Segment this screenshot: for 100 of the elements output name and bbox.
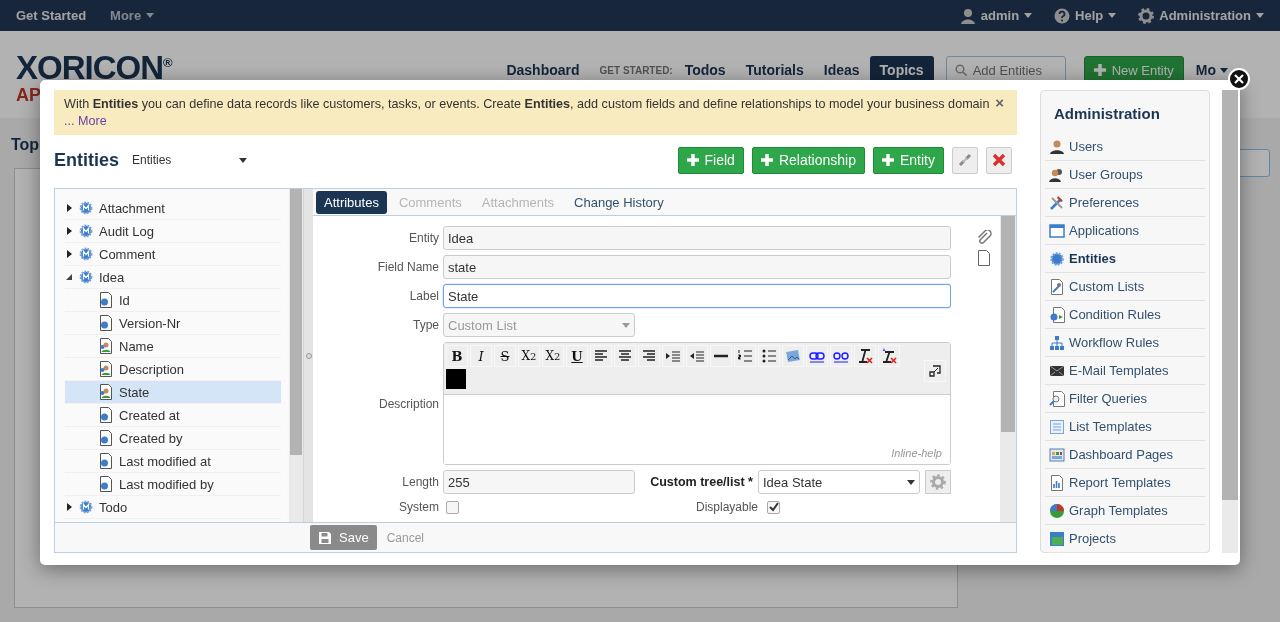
expand-toggle-icon[interactable] (66, 227, 72, 235)
plus-icon (760, 154, 773, 166)
tree-item[interactable]: Last modified by (65, 473, 281, 496)
checkbox[interactable] (446, 500, 459, 514)
sidebar-item[interactable]: Preferences (1045, 189, 1205, 217)
sidebar-item[interactable]: Custom Lists (1045, 273, 1205, 301)
tab[interactable]: Change History (566, 190, 672, 214)
expand-toggle-icon[interactable] (66, 503, 72, 511)
clear-all-icon[interactable] (881, 348, 897, 364)
format-button[interactable]: I (470, 345, 492, 367)
sidebar-item[interactable]: List Templates (1045, 413, 1205, 441)
people-icon (1049, 166, 1065, 183)
window-icon (1049, 222, 1065, 239)
more-menu[interactable]: More (110, 8, 155, 23)
scrollbar[interactable] (1222, 90, 1238, 553)
tree-item[interactable]: Name (65, 335, 281, 358)
sidebar-item[interactable]: Users (1045, 133, 1205, 161)
field-label: Field Name (376, 260, 439, 274)
sidebar-item[interactable]: User Groups (1045, 161, 1205, 189)
sidebar-item[interactable]: Projects (1045, 525, 1205, 553)
sidebar-item[interactable]: Workflow Rules (1045, 329, 1205, 357)
person-document-icon (99, 338, 113, 354)
format-button[interactable]: U (566, 345, 588, 367)
format-button[interactable]: B (446, 345, 468, 367)
input-field[interactable]: Idea (443, 226, 951, 250)
bar-chart-icon (1049, 474, 1065, 491)
tree-item[interactable]: Created by (65, 427, 281, 450)
align-left-icon[interactable] (593, 348, 609, 364)
field-label: Type (412, 318, 439, 332)
field-label: Length (401, 475, 439, 489)
tree-item[interactable]: Idea (65, 266, 281, 289)
tree-item[interactable]: Attachment (65, 197, 281, 220)
gear-icon (79, 270, 93, 284)
sidebar-item[interactable]: Condition Rules (1045, 301, 1205, 329)
sidebar-item[interactable]: Applications (1045, 217, 1205, 245)
document-icon (99, 315, 113, 331)
entity-dropdown[interactable]: Entities (132, 153, 247, 167)
maximize-button[interactable] (924, 360, 946, 382)
expand-toggle-icon[interactable] (66, 250, 72, 258)
close-icon (1234, 74, 1244, 84)
scrollbar[interactable] (1000, 216, 1016, 522)
nav-link[interactable]: Ideas (813, 56, 870, 84)
text-color-swatch[interactable] (446, 369, 466, 389)
overflow-menu[interactable]: Mo (1195, 62, 1228, 78)
nav-link[interactable]: Todos (674, 56, 736, 84)
tree-item[interactable]: Todo (65, 496, 281, 519)
format-button[interactable]: S (494, 345, 516, 367)
list-dropdown[interactable]: Idea State (758, 470, 920, 494)
outdent-icon[interactable] (689, 348, 705, 364)
settings-menu[interactable]: Administration (1138, 7, 1264, 24)
link-button[interactable] (952, 146, 978, 174)
checkbox[interactable] (767, 500, 781, 514)
input-field[interactable]: state (443, 255, 951, 279)
numbered-list-icon[interactable] (737, 348, 753, 364)
more-link[interactable]: ... More (64, 114, 107, 128)
help-icon (1054, 7, 1071, 24)
sidebar-item[interactable]: E-Mail Templates (1045, 357, 1205, 385)
sidebar-item[interactable]: Dashboard Pages (1045, 441, 1205, 469)
inline-help-hint: Inline-help (890, 446, 943, 461)
tree-item[interactable]: Comment (65, 243, 281, 266)
collapse-toggle-icon[interactable] (66, 274, 72, 280)
sidebar-item[interactable]: Report Templates (1045, 469, 1205, 497)
clear-format-icon[interactable] (857, 348, 873, 364)
help-menu[interactable]: Help (1054, 7, 1117, 24)
bullet-list-icon[interactable] (761, 348, 777, 364)
field-label: Entity (408, 231, 439, 245)
tree-item[interactable]: Audit Log (65, 220, 281, 243)
sidebar-item[interactable]: Graph Templates (1045, 497, 1205, 525)
folder-icon (1049, 530, 1065, 547)
scrollbar[interactable] (289, 189, 303, 522)
tree-item[interactable]: Last modified at (65, 450, 281, 473)
field-label: Custom tree/list * (650, 475, 753, 489)
input-field[interactable]: 255 (443, 470, 635, 494)
dialog-title: Entities (54, 149, 119, 171)
tree-item[interactable]: Id (65, 289, 281, 312)
resize-handle[interactable] (305, 352, 312, 359)
document-icon[interactable] (976, 250, 991, 266)
sidebar-item[interactable]: Entities (1045, 245, 1205, 273)
expand-toggle-icon[interactable] (66, 204, 72, 212)
align-right-icon[interactable] (641, 348, 657, 364)
indent-icon[interactable] (665, 348, 681, 364)
document-icon (99, 407, 113, 423)
dismiss-button[interactable]: × (992, 96, 1007, 110)
nav-link[interactable]: Tutorials (735, 56, 814, 84)
sidebar-item[interactable]: Filter Queries (1045, 385, 1205, 413)
user-menu[interactable]: admin (959, 7, 1033, 24)
caret-icon (1220, 67, 1228, 73)
tree-item[interactable]: Created at (65, 404, 281, 427)
delete-button[interactable] (986, 146, 1012, 174)
tree-item[interactable]: State (65, 381, 281, 404)
tab[interactable]: Attributes (316, 190, 387, 214)
nav-link[interactable]: Dashboard (496, 56, 590, 84)
nav-link[interactable]: Get Started (16, 8, 87, 23)
caret-icon (1108, 13, 1117, 18)
input-field[interactable]: State (443, 284, 951, 308)
paperclip-icon[interactable] (975, 230, 992, 246)
caret-icon (146, 13, 155, 18)
align-center-icon[interactable] (617, 348, 633, 364)
image-icon[interactable] (785, 348, 801, 364)
tree-item[interactable]: Version-Nr (65, 312, 281, 335)
